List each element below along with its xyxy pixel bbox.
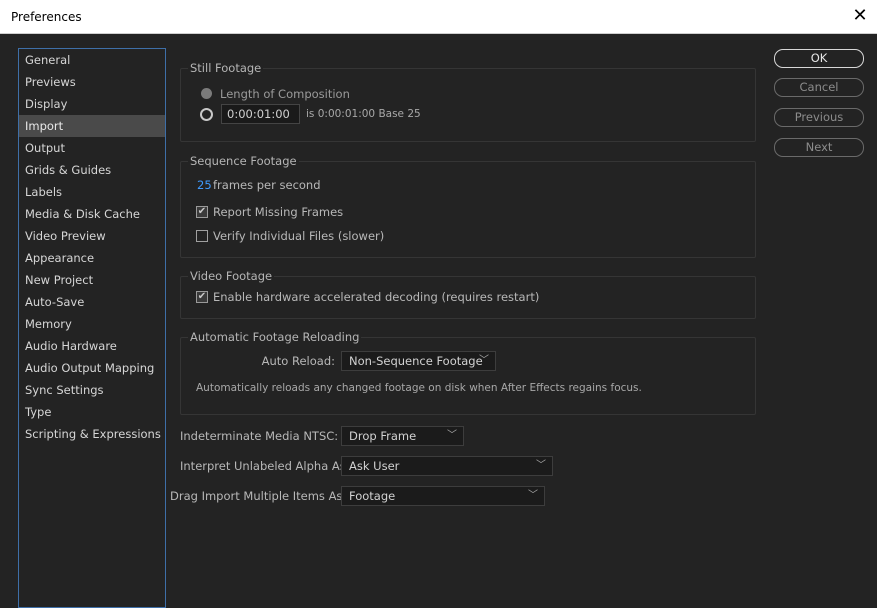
sidebar-item-display[interactable]: Display: [19, 93, 165, 115]
hw-decoding-label: Enable hardware accelerated decoding (re…: [213, 290, 540, 304]
sidebar-item-output[interactable]: Output: [19, 137, 165, 159]
verify-files-checkbox[interactable]: [196, 230, 208, 242]
ntsc-dropdown[interactable]: Drop Frame ﹀: [341, 426, 464, 446]
fps-value[interactable]: 25: [197, 178, 212, 192]
sidebar-item-type[interactable]: Type: [19, 401, 165, 423]
sidebar-item-general[interactable]: General: [19, 49, 165, 71]
chevron-down-icon: ﹀: [528, 490, 538, 501]
ok-button[interactable]: OK: [774, 49, 864, 68]
title-bar: Preferences ✕: [0, 0, 877, 34]
next-button[interactable]: Next: [774, 138, 864, 157]
alpha-value: Ask User: [349, 459, 400, 473]
sidebar-list: General Previews Display Import Output Grids …: [19, 49, 165, 445]
sidebar-item-new-project[interactable]: New Project: [19, 269, 165, 291]
sequence-footage-title: Sequence Footage: [188, 154, 299, 168]
chevron-down-icon: ﹀: [536, 460, 546, 471]
sidebar-item-audio-output-mapping[interactable]: Audio Output Mapping: [19, 357, 165, 379]
fps-label: frames per second: [213, 178, 321, 192]
chevron-down-icon: ﹀: [479, 355, 489, 366]
drag-import-dropdown[interactable]: Footage ﹀: [341, 486, 545, 506]
sidebar-item-audio-hardware[interactable]: Audio Hardware: [19, 335, 165, 357]
alpha-label: Interpret Unlabeled Alpha As:: [180, 459, 350, 473]
auto-reload-dropdown[interactable]: Non-Sequence Footage ﹀: [341, 351, 496, 371]
sidebar-item-scripting-expressions[interactable]: Scripting & Expressions: [19, 423, 165, 445]
sidebar-item-sync-settings[interactable]: Sync Settings: [19, 379, 165, 401]
ntsc-label: Indeterminate Media NTSC:: [180, 429, 339, 443]
preferences-sidebar: General Previews Display Import Output Grids …: [18, 48, 166, 608]
length-of-composition-label: Length of Composition: [220, 87, 350, 101]
sidebar-item-labels[interactable]: Labels: [19, 181, 165, 203]
auto-reload-description: Automatically reloads any changed footag…: [196, 382, 642, 394]
sidebar-item-grids-guides[interactable]: Grids & Guides: [19, 159, 165, 181]
alpha-dropdown[interactable]: Ask User ﹀: [341, 456, 553, 476]
verify-files-label: Verify Individual Files (slower): [213, 229, 385, 243]
sidebar-item-import[interactable]: Import: [19, 115, 165, 137]
duration-field[interactable]: 0:00:01:00: [221, 104, 300, 124]
length-of-composition-radio[interactable]: [201, 88, 212, 99]
ntsc-value: Drop Frame: [349, 429, 417, 443]
drag-import-label: Drag Import Multiple Items As:: [170, 489, 347, 503]
duration-info: is 0:00:01:00 Base 25: [306, 108, 421, 120]
hw-decoding-checkbox[interactable]: ✔: [196, 291, 208, 303]
chevron-down-icon: ﹀: [447, 430, 457, 441]
auto-reload-label: Auto Reload:: [261, 354, 335, 368]
sidebar-item-memory[interactable]: Memory: [19, 313, 165, 335]
sidebar-item-auto-save[interactable]: Auto-Save: [19, 291, 165, 313]
video-footage-title: Video Footage: [188, 269, 275, 283]
sidebar-item-previews[interactable]: Previews: [19, 71, 165, 93]
auto-reload-value: Non-Sequence Footage: [349, 354, 483, 368]
window-title: Preferences: [11, 10, 82, 24]
drag-import-value: Footage: [349, 489, 396, 503]
custom-duration-radio[interactable]: [200, 108, 213, 121]
report-missing-frames-label: Report Missing Frames: [213, 205, 344, 219]
auto-reload-group: [180, 337, 756, 415]
close-icon[interactable]: ✕: [849, 5, 871, 27]
report-missing-frames-checkbox[interactable]: ✔: [196, 206, 208, 218]
previous-button[interactable]: Previous: [774, 108, 864, 127]
sidebar-item-media-disk-cache[interactable]: Media & Disk Cache: [19, 203, 165, 225]
cancel-button[interactable]: Cancel: [774, 78, 864, 97]
sidebar-item-video-preview[interactable]: Video Preview: [19, 225, 165, 247]
auto-reload-title: Automatic Footage Reloading: [188, 330, 362, 344]
still-footage-title: Still Footage: [188, 61, 264, 75]
sidebar-item-appearance[interactable]: Appearance: [19, 247, 165, 269]
